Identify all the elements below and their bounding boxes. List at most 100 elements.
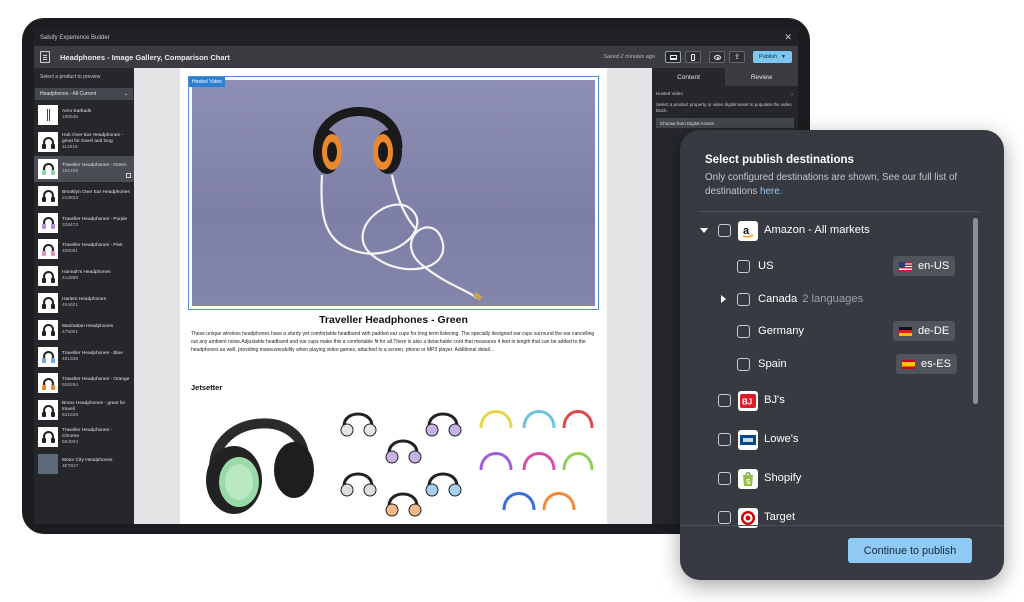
scrollbar[interactable] [973,218,978,404]
checkbox-us[interactable] [737,260,750,273]
product-text: Traveller Headphones - Chrome 694004 [62,428,130,446]
checkbox-germany[interactable] [737,325,750,338]
continue-to-publish-button[interactable]: Continue to publish [848,538,972,563]
eye-icon [713,54,721,60]
product-text: Manhattan Headphones 475001 [62,324,113,336]
product-list-item[interactable]: Traveller Headphones - Orange 608284 [34,370,134,397]
checkbox-spain[interactable] [737,358,750,371]
chevron-down-icon: ⌄ [123,91,128,97]
caret-down-icon[interactable] [700,228,708,233]
amazon-logo: a [738,221,758,241]
block-label: Hosted Video [656,91,683,96]
product-filter-value: Headphones - All Current [40,91,97,97]
product-list-item[interactable]: Motor City Headphones JET827 [34,450,134,477]
product-sku: 481336 [62,356,79,362]
tab-content[interactable]: Content [652,68,725,86]
export-button[interactable]: ⇪ [729,51,745,63]
checkbox-target[interactable] [718,511,731,524]
checkbox-canada[interactable] [737,293,750,306]
publish-label: Publish [759,54,778,60]
product-list-item[interactable]: Traveller Headphones - Purple 328473 [34,209,134,236]
asset-select[interactable]: Choose from Digital Assets [656,118,794,129]
shopify-logo: S [738,469,758,489]
locale-code: es-ES [921,358,951,370]
block-header[interactable]: Hosted Video ⌄ [652,86,798,97]
product-filter-select[interactable]: Headphones - All Current ⌄ [35,88,133,100]
desktop-preview-button[interactable] [665,51,681,63]
product-text: Harlem Headphones 454921 [62,297,106,309]
product-name: Hub Over Ear Headphones - great for trav… [62,133,123,145]
destination-label-lowes: Lowe's [764,433,799,445]
checkbox-lowes[interactable] [718,433,731,446]
product-text: Hannah's Headphones 412898 [62,270,111,282]
caret-right-icon[interactable] [721,295,726,303]
svg-text:a: a [743,225,750,237]
product-list-item[interactable]: Traveller Headphones - Chrome 694004 [34,424,134,451]
headphones-thumbnail-image [41,324,55,337]
publish-button[interactable]: Publish ▼ [753,51,792,63]
chevron-down-icon: ⌄ [790,91,794,96]
destination-label-germany: Germany [758,325,805,337]
product-text: Motor City Headphones JET827 [62,458,112,470]
destination-label-canada: Canada 2 languages [758,293,863,305]
locale-badge-de: de-DE [893,321,956,341]
video-frame[interactable] [192,80,595,306]
product-sku: 112616 [62,145,78,151]
product-list-item[interactable]: Traveller Headphones - Green 161409 [34,155,134,183]
product-list-item[interactable]: Bronx Headphones - great for travell 6315… [34,397,134,424]
destination-label-us: US [758,260,774,272]
locale-code: de-DE [918,325,950,337]
product-text: Hub Over Ear Headphones - great for trav… [62,133,130,151]
preview-button[interactable] [709,51,725,63]
canada-label: Canada [758,293,798,305]
product-list-item[interactable]: Traveller Headphones - Pink 405051 [34,236,134,263]
gallery-image-colors-grey [342,412,459,507]
product-list-item[interactable]: Harlem Headphones 454921 [34,290,134,317]
checkbox-amazon[interactable] [718,224,731,237]
destinations-link[interactable]: here. [760,186,782,197]
product-text: Traveller Headphones - Purple 328473 [62,217,127,229]
tab-review[interactable]: Review [725,68,798,86]
upload-icon: ⇪ [734,54,740,61]
product-thumbnail [38,266,58,287]
app-name: Salsify Experience Builder [40,35,110,41]
laptop-icon [669,54,677,60]
product-name: Bronx Headphones - great for travell [62,401,126,413]
product-thumbnail [38,158,58,179]
hosted-video-block[interactable]: Hosted Video [188,76,599,310]
product-list-item[interactable]: Hannah's Headphones 412898 [34,263,134,290]
product-thumbnail [38,373,58,394]
headphones-thumbnail-image [41,431,55,444]
product-list: Aero Earbuds 106545 Hub Over Ear Headphone… [34,102,134,477]
product-title: Traveller Headphones - Green [319,314,468,326]
product-text: Traveller Headphones - Green 161409 [62,163,127,175]
checkbox-shopify[interactable] [718,472,731,485]
headphones-thumbnail-image [41,297,55,310]
page-preview: Hosted Video Traveller Headphones - Gree… [180,68,607,524]
product-name: Traveller Headphones - Blue [62,350,123,356]
mobile-preview-button[interactable] [685,51,701,63]
product-sku: 106545 [62,115,79,121]
product-list-item[interactable]: Traveller Headphones - Blue 481336 [34,343,134,370]
product-sku: JET827 [62,463,79,469]
document-title: Headphones - Image Gallery, Comparison C… [60,52,230,62]
product-list-item[interactable]: Aero Earbuds 106545 [34,102,134,129]
product-text: Bronx Headphones - great for travell 6315… [62,401,130,419]
product-list-item[interactable]: Hub Over Ear Headphones - great for trav… [34,129,134,156]
lowes-logo [738,430,758,450]
product-list-item[interactable]: Manhattan Headphones 475001 [34,316,134,343]
close-icon[interactable]: ✕ [784,32,792,43]
checkbox-bjs[interactable] [718,394,731,407]
external-link-icon[interactable] [126,173,131,179]
product-list-item[interactable]: Brooklyn Over Ear Headphones 213833 [34,182,134,209]
product-thumbnail [38,185,58,206]
es-flag-icon [902,359,915,369]
product-thumbnail [38,105,58,126]
product-thumbnail [38,319,58,340]
product-sku: 631528 [62,413,79,419]
modal-title: Select publish destinations [705,154,854,166]
headphones-thumbnail-image [41,136,55,149]
product-text: Brooklyn Over Ear Headphones 213833 [62,190,130,202]
locale-badge-es: es-ES [896,354,957,374]
product-text: Aero Earbuds 106545 [62,109,91,121]
